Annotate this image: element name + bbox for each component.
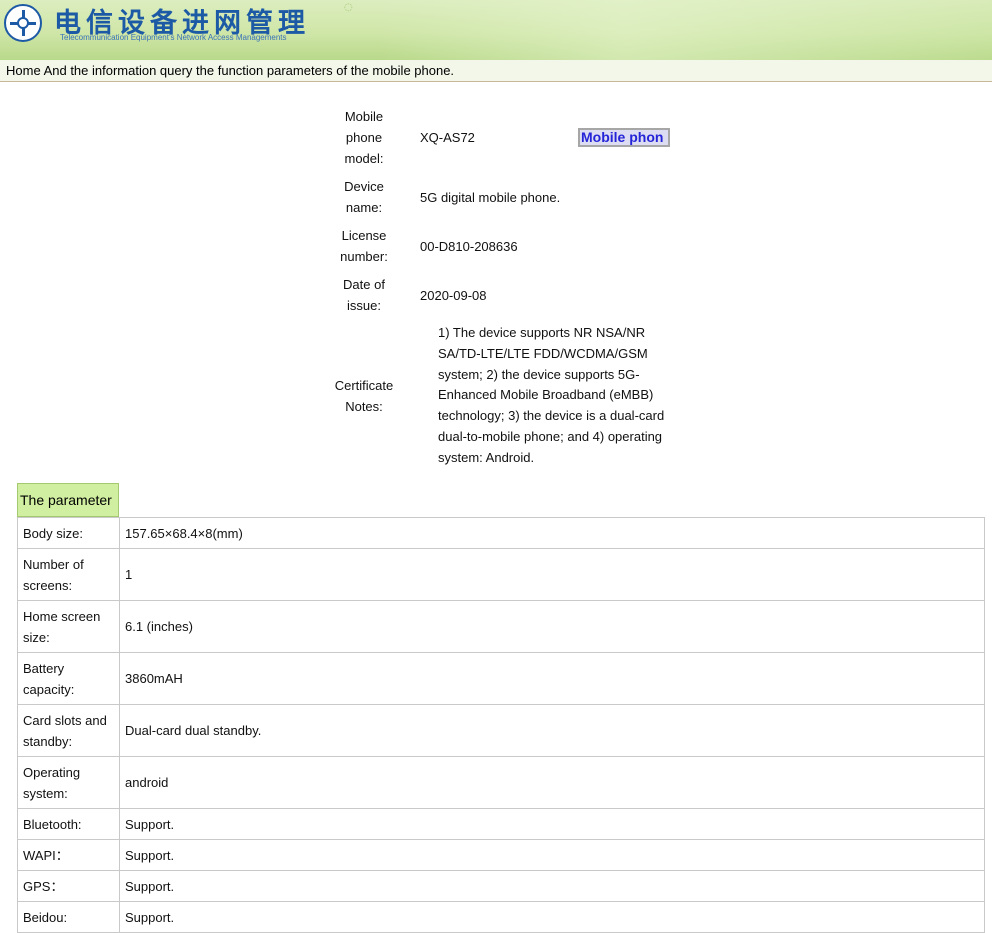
telecom-logo-icon (4, 4, 42, 42)
param-label: Battery capacity: (18, 653, 120, 704)
device-name-value: 5G digital mobile phone. (420, 189, 561, 205)
param-label: Body size: (18, 518, 120, 548)
table-row: GPS： Support. (18, 870, 984, 901)
table-row: WAPI： Support. (18, 839, 984, 870)
model-value: XQ-AS72 (420, 130, 475, 145)
issue-date-value: 2020-09-08 (420, 287, 487, 303)
param-label: Home screen size: (18, 601, 120, 652)
device-name-label: Device name: (344, 179, 384, 215)
tab-parameter[interactable]: The parameter (17, 483, 119, 517)
param-value: android (125, 775, 169, 790)
certificate-info: Mobile phone model: XQ-AS72 Mobile phon … (332, 106, 712, 476)
param-label: Number of screens: (18, 549, 120, 600)
param-value: 1 (125, 567, 133, 582)
table-row: Body size: 157.65×68.4×8(mm) (18, 518, 984, 548)
param-label: Beidou: (18, 902, 120, 932)
header-banner: 电信设备进网管理 Telecommunication Equipment's N… (0, 0, 992, 60)
notes-label: Certificate Notes: (334, 377, 394, 414)
banner-swirl-icon: ◌ (344, 2, 353, 13)
parameter-table: Body size: 157.65×68.4×8(mm) Number of s… (17, 517, 985, 933)
notes-value: 1) The device supports NR NSA/NR SA/TD-L… (438, 325, 665, 465)
param-value: Support. (125, 878, 175, 894)
param-label: GPS： (18, 871, 120, 901)
param-label: Card slots and standby: (18, 705, 120, 756)
param-value: 3860mAH (125, 671, 183, 686)
param-value: Dual-card dual standby. (125, 723, 262, 738)
info-row-notes: Certificate Notes: 1) The device support… (332, 323, 712, 469)
breadcrumb: Home And the information query the funct… (6, 63, 455, 78)
info-row-license: License number: 00-D810-208636 (332, 225, 712, 267)
table-row: Bluetooth: Support. (18, 808, 984, 839)
breadcrumb-bar: Home And the information query the funct… (0, 60, 992, 82)
param-label: Operating system: (18, 757, 120, 808)
model-label: Mobile phone model: (344, 109, 384, 166)
info-row-model: Mobile phone model: XQ-AS72 Mobile phon (332, 106, 712, 169)
table-row: Battery capacity: 3860mAH (18, 652, 984, 704)
mobile-phone-button[interactable]: Mobile phon (578, 128, 670, 147)
table-row: Home screen size: 6.1 (inches) (18, 600, 984, 652)
param-value: 6.1 (inches) (125, 619, 193, 634)
banner-gradient (380, 0, 992, 60)
info-row-device: Device name: 5G digital mobile phone. (332, 176, 712, 218)
param-label: Bluetooth: (18, 809, 120, 839)
table-row: Number of screens: 1 (18, 548, 984, 600)
param-value: Support. (125, 816, 175, 832)
issue-date-label: Date of issue: (343, 277, 385, 313)
param-value: Support. (125, 847, 175, 863)
param-value: 157.65×68.4×8(mm) (125, 525, 243, 541)
table-row: Card slots and standby: Dual-card dual s… (18, 704, 984, 756)
license-value: 00-D810-208636 (420, 238, 518, 254)
param-label: WAPI： (18, 840, 120, 870)
table-row: Beidou: Support. (18, 901, 984, 932)
info-row-date: Date of issue: 2020-09-08 (332, 274, 712, 316)
param-value: Support. (125, 909, 175, 925)
site-subtitle: Telecommunication Equipment's Network Ac… (60, 33, 287, 42)
license-label: License number: (340, 228, 388, 264)
table-row: Operating system: android (18, 756, 984, 808)
